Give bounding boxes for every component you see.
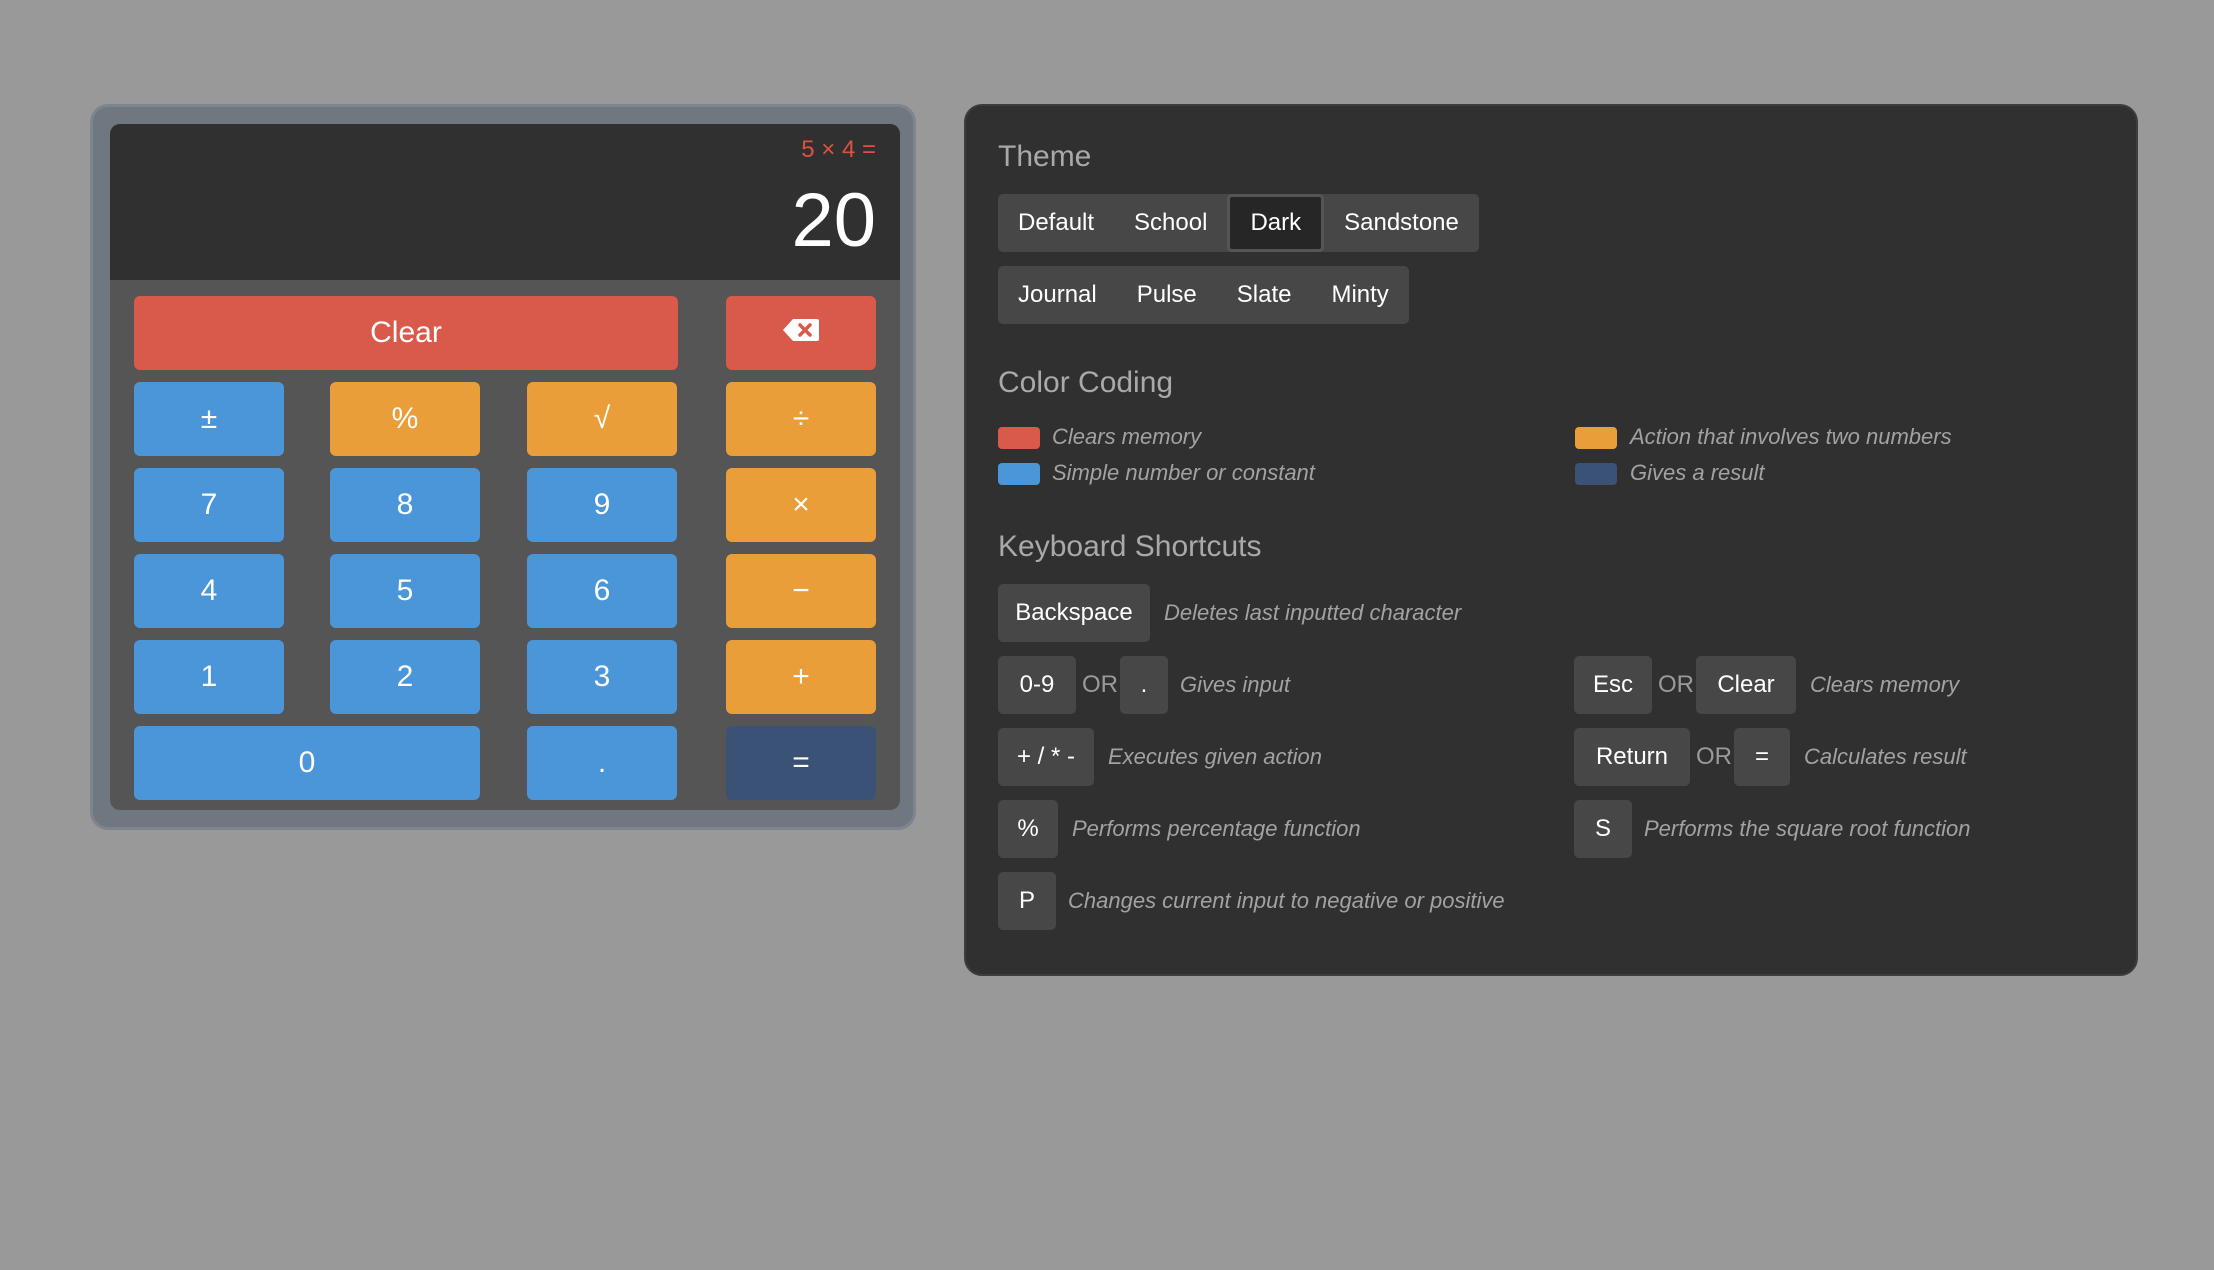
digit-1-button[interactable]: 1 <box>134 640 284 714</box>
sqrt-button[interactable]: √ <box>527 382 677 456</box>
digit-0-button[interactable]: 0 <box>134 726 480 800</box>
decimal-button[interactable]: . <box>527 726 677 800</box>
equals-button[interactable]: = <box>726 726 876 800</box>
calculator: 5 × 4 = 20 Clear ± % √ ÷ 7 8 9 × 4 5 6 −… <box>90 104 916 830</box>
digit-2-button[interactable]: 2 <box>330 640 480 714</box>
shortcut-desc-result: Calculates result <box>1804 744 1967 769</box>
plus-button[interactable]: + <box>726 640 876 714</box>
shortcut-key-backspace: Backspace <box>998 584 1150 642</box>
or-label: OR <box>1696 743 1732 770</box>
shortcut-desc-negate: Changes current input to negative or pos… <box>1068 888 1505 913</box>
digit-8-button[interactable]: 8 <box>330 468 480 542</box>
legend-clears-memory: Clears memory <box>1052 424 1202 449</box>
multiply-button[interactable]: × <box>726 468 876 542</box>
expression-display: 5 × 4 = <box>801 136 876 163</box>
theme-option-default[interactable]: Default <box>998 194 1114 252</box>
blue-swatch <box>998 463 1040 485</box>
shortcut-desc-digits: Gives input <box>1180 672 1291 697</box>
shortcut-key-esc: Esc <box>1574 656 1652 714</box>
theme-selector-row-2: Journal Pulse Slate Minty <box>998 266 1409 324</box>
digit-3-button[interactable]: 3 <box>527 640 677 714</box>
shortcut-key-sqrt: S <box>1574 800 1632 858</box>
shortcut-desc-operators: Executes given action <box>1108 744 1323 769</box>
divide-button[interactable]: ÷ <box>726 382 876 456</box>
settings-panel: Theme Default School Dark Sandstone Jour… <box>964 104 2138 976</box>
theme-heading: Theme <box>998 140 1092 173</box>
theme-option-sandstone[interactable]: Sandstone <box>1324 194 1479 252</box>
legend-simple-number: Simple number or constant <box>1052 460 1315 485</box>
red-swatch <box>998 427 1040 449</box>
theme-selector-row-1: Default School Dark Sandstone <box>998 194 1479 252</box>
or-label: OR <box>1082 671 1118 698</box>
theme-option-slate[interactable]: Slate <box>1217 266 1312 324</box>
color-coding-heading: Color Coding <box>998 366 1174 399</box>
legend-gives-result: Gives a result <box>1630 460 1765 485</box>
digit-6-button[interactable]: 6 <box>527 554 677 628</box>
orange-swatch <box>1575 427 1617 449</box>
theme-option-pulse[interactable]: Pulse <box>1117 266 1217 324</box>
clear-button[interactable]: Clear <box>134 296 678 370</box>
keyboard-shortcuts-heading: Keyboard Shortcuts <box>998 530 1262 563</box>
backspace-icon <box>782 316 820 350</box>
shortcut-key-operators: + / * - <box>998 728 1094 786</box>
legend-two-numbers: Action that involves two numbers <box>1630 424 1952 449</box>
shortcut-desc-backspace: Deletes last inputted character <box>1164 600 1462 625</box>
digit-5-button[interactable]: 5 <box>330 554 480 628</box>
navy-swatch <box>1575 463 1617 485</box>
theme-option-journal[interactable]: Journal <box>998 266 1117 324</box>
theme-option-minty[interactable]: Minty <box>1311 266 1408 324</box>
digit-4-button[interactable]: 4 <box>134 554 284 628</box>
shortcut-key-digits: 0-9 <box>998 656 1076 714</box>
shortcut-key-negate: P <box>998 872 1056 930</box>
percent-button[interactable]: % <box>330 382 480 456</box>
shortcut-desc-percent: Performs percentage function <box>1072 816 1361 841</box>
shortcut-key-decimal: . <box>1120 656 1168 714</box>
backspace-button[interactable] <box>726 296 876 370</box>
plus-minus-button[interactable]: ± <box>134 382 284 456</box>
digit-9-button[interactable]: 9 <box>527 468 677 542</box>
minus-button[interactable]: − <box>726 554 876 628</box>
shortcut-desc-sqrt: Performs the square root function <box>1644 816 1971 841</box>
shortcut-desc-clear: Clears memory <box>1810 672 1960 697</box>
digit-7-button[interactable]: 7 <box>134 468 284 542</box>
calculator-body: 5 × 4 = 20 Clear ± % √ ÷ 7 8 9 × 4 5 6 −… <box>110 124 900 810</box>
or-label: OR <box>1658 671 1694 698</box>
calculator-display: 5 × 4 = 20 <box>110 124 900 280</box>
shortcut-key-return: Return <box>1574 728 1690 786</box>
theme-option-dark[interactable]: Dark <box>1227 194 1325 252</box>
shortcut-key-clear: Clear <box>1696 656 1796 714</box>
shortcut-key-equals: = <box>1734 728 1790 786</box>
theme-option-school[interactable]: School <box>1114 194 1227 252</box>
shortcut-key-percent: % <box>998 800 1058 858</box>
result-display: 20 <box>791 178 876 263</box>
